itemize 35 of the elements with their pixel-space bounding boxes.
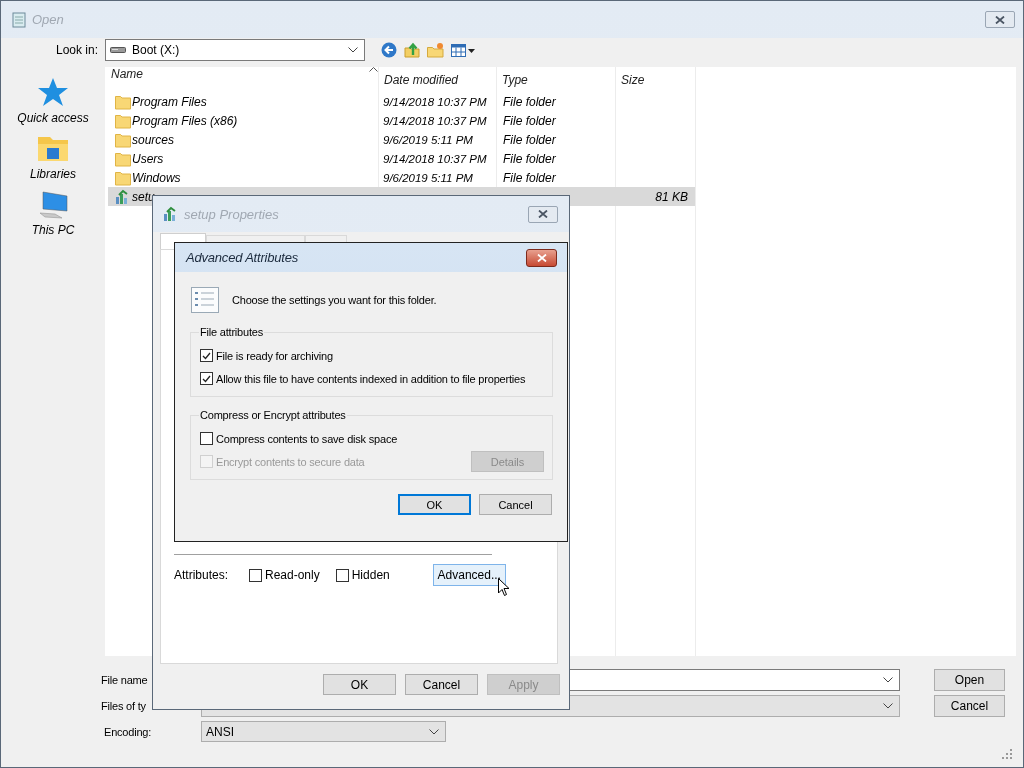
date-cell-text: 9/14/2018 10:37 PM: [382, 152, 488, 165]
date-cell-text: 9/14/2018 10:37 PM: [382, 95, 488, 108]
type-cell-text: File folder: [502, 151, 557, 166]
checkbox-label: Encrypt contents to secure data: [216, 455, 365, 468]
dialog-description: Choose the settings you want for this folder.: [232, 294, 437, 306]
date-cell-text: 9/14/2018 10:37 PM: [382, 114, 488, 127]
dropdown-value: Boot (X:): [132, 43, 181, 57]
date-cell-text: 9/6/2019 5:11 PM: [382, 133, 474, 146]
file-name: Users: [132, 151, 164, 166]
file-name: Program Files: [132, 94, 207, 109]
date-cell-text: 9/6/2019 5:11 PM: [382, 171, 474, 184]
checkbox-label: Allow this file to have contents indexed in addition to file properties: [216, 372, 526, 385]
look-in-label: Look in:: [54, 43, 98, 57]
checkbox-label: File is ready for archiving: [216, 349, 333, 362]
group-title: Compress or Encrypt attributes: [199, 409, 347, 421]
type-cell-text: File folder: [502, 94, 557, 109]
type-cell-text: File folder: [502, 170, 557, 185]
window-title: Open: [32, 12, 64, 27]
checkbox-label: Read-only: [265, 568, 320, 582]
size-cell-text: 81 KB: [654, 189, 689, 204]
file-name: Windows: [132, 170, 181, 185]
file-type-label: Files of ty: [101, 700, 147, 712]
group-title: File attributes: [199, 326, 265, 338]
dropdown-value: ANSI: [206, 724, 235, 739]
file-name: Program Files (x86): [132, 113, 238, 128]
file-name: sources: [132, 132, 175, 147]
encoding-label: Encoding:: [104, 725, 153, 738]
file-name-label: File name: [101, 674, 149, 686]
checkbox-label: Hidden: [351, 568, 390, 582]
window-title: Advanced Attributes: [186, 250, 299, 265]
window-title: setup Properties: [184, 206, 279, 222]
attributes-label: Attributes:: [174, 568, 230, 582]
type-cell-text: File folder: [502, 132, 557, 147]
checkbox-label: Compress contents to save disk space: [216, 432, 398, 445]
type-cell-text: File folder: [502, 113, 557, 128]
